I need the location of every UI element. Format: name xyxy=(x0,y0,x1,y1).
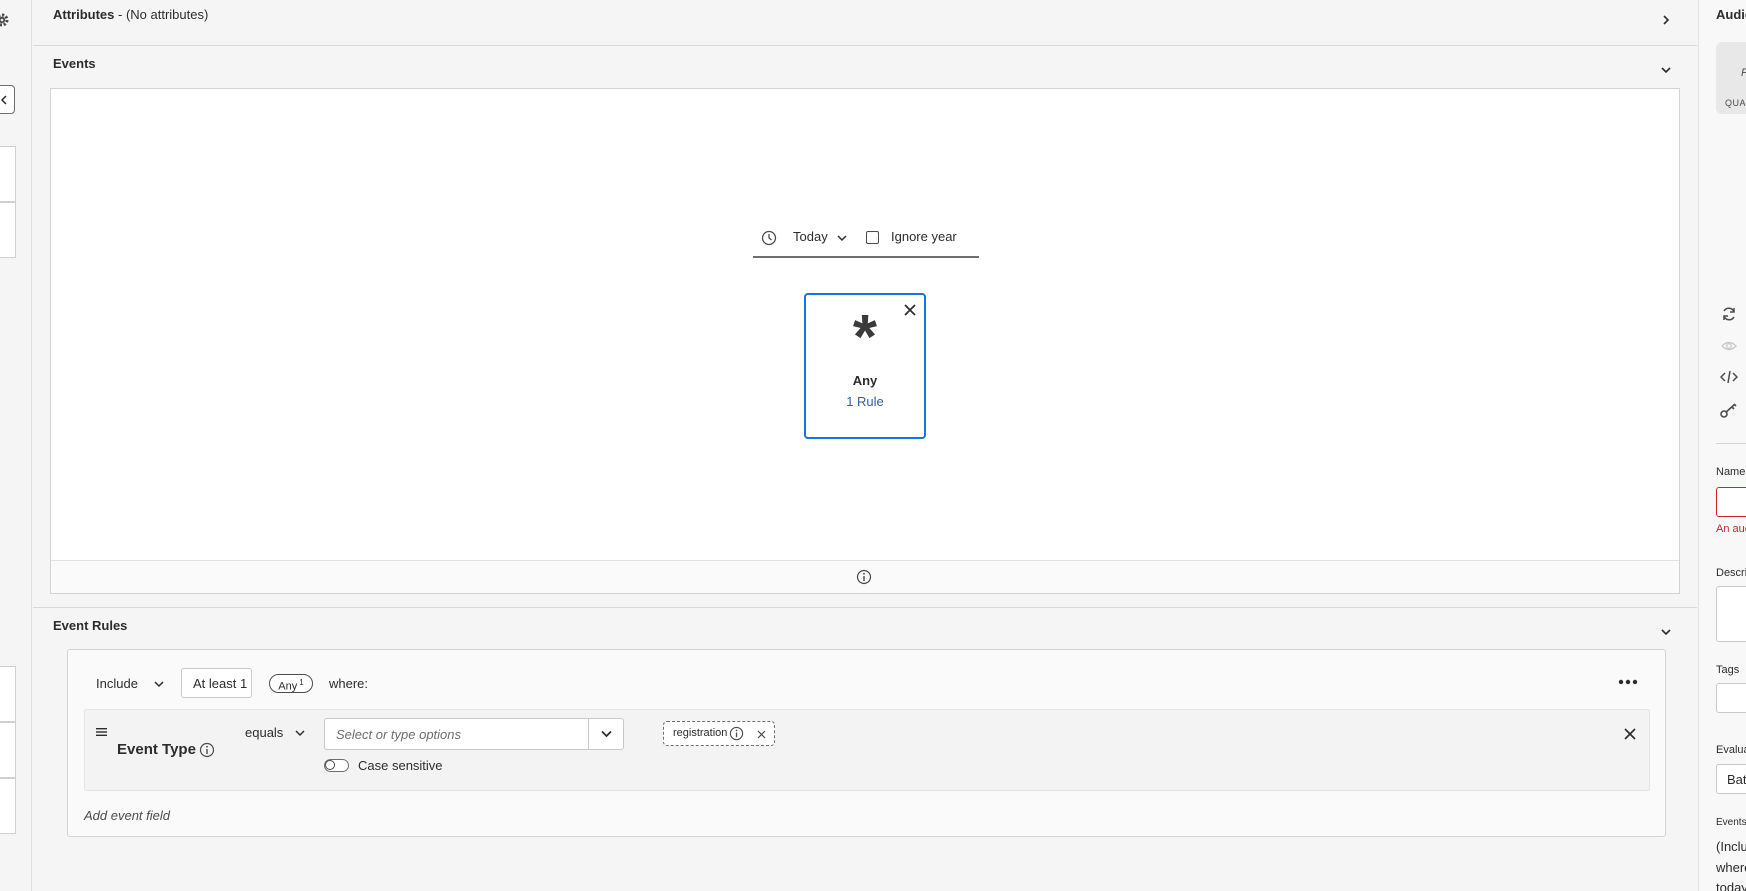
count-button[interactable]: At least 1 xyxy=(181,668,252,698)
more-options-icon[interactable] xyxy=(1618,678,1638,686)
where-label: where: xyxy=(329,676,369,691)
event-card-any[interactable]: * Any 1 Rule xyxy=(804,293,926,439)
case-sensitive-toggle[interactable] xyxy=(324,759,349,772)
attributes-section[interactable]: Attributes - (No attributes) xyxy=(33,0,1697,46)
close-icon[interactable] xyxy=(1623,727,1637,741)
refresh-icon[interactable] xyxy=(1721,306,1737,322)
chevron-down-icon xyxy=(837,235,847,242)
left-card xyxy=(0,146,16,202)
chevron-right-icon[interactable] xyxy=(1659,13,1673,27)
chevron-down-icon xyxy=(154,681,164,688)
ignore-year-checkbox[interactable] xyxy=(866,231,879,244)
attributes-heading: Attributes - (No attributes) xyxy=(53,7,208,22)
event-card-title: Any xyxy=(852,373,878,388)
attributes-title: Attributes xyxy=(53,7,115,22)
tags-label: Tags xyxy=(1716,664,1740,676)
panel-title: Audie xyxy=(1716,7,1746,22)
key-icon[interactable] xyxy=(1720,402,1738,418)
chevron-down-icon xyxy=(295,730,305,737)
evaluation-dropdown[interactable]: Bat xyxy=(1716,764,1746,794)
chevron-down-icon[interactable] xyxy=(1659,63,1673,77)
info-icon[interactable] xyxy=(856,569,872,585)
gear-icon[interactable] xyxy=(0,12,10,28)
main-content: Attributes - (No attributes) Events Toda… xyxy=(33,0,1697,891)
operator-value: equals xyxy=(245,725,284,740)
description-label: Descri xyxy=(1716,567,1746,579)
audience-properties-panel: Audie F QUA Name An auc Descri Tags Eval… xyxy=(1698,0,1746,891)
description-input[interactable] xyxy=(1716,586,1746,642)
event-card-rule-count[interactable]: 1 Rule xyxy=(806,394,924,409)
left-card xyxy=(0,722,16,778)
case-sensitive-label: Case sensitive xyxy=(358,758,443,773)
event-rule-row: Event Type equals registration xyxy=(84,709,1650,791)
value-tag: registration xyxy=(663,721,775,746)
events-summary-line-1: (Inclu xyxy=(1716,839,1746,854)
events-title: Events xyxy=(53,56,96,71)
add-event-field-link[interactable]: Add event field xyxy=(84,808,170,823)
audience-card-letter: F xyxy=(1741,67,1746,79)
info-icon[interactable] xyxy=(199,742,215,758)
left-card xyxy=(0,666,16,722)
drag-handle-icon[interactable] xyxy=(96,727,108,737)
operator-dropdown[interactable]: equals xyxy=(245,725,313,745)
event-rules-container: Include At least 1 Any 1 where: Event Typ… xyxy=(67,649,1666,837)
events-summary-line-2: where xyxy=(1716,860,1746,875)
any-badge-superscript: 1 xyxy=(299,678,304,687)
canvas-footer xyxy=(51,560,1679,593)
panel-divider xyxy=(1716,443,1746,444)
value-dropdown-button[interactable] xyxy=(588,719,623,749)
eye-icon xyxy=(1721,341,1737,351)
events-canvas[interactable]: Today Ignore year * Any 1 Rule xyxy=(50,88,1680,594)
code-icon[interactable] xyxy=(1720,370,1738,384)
include-dropdown[interactable]: Include xyxy=(96,674,172,696)
value-input[interactable] xyxy=(325,719,585,749)
chevron-down-icon xyxy=(601,730,612,738)
left-card xyxy=(0,202,16,258)
audience-card-caption: QUA xyxy=(1725,98,1746,108)
chevron-left-icon xyxy=(0,95,7,105)
tags-input[interactable] xyxy=(1716,683,1746,713)
events-summary-line-3: today xyxy=(1716,880,1746,891)
remove-tag-icon[interactable] xyxy=(757,730,766,739)
events-label: Events xyxy=(1716,817,1746,828)
left-rail xyxy=(0,0,32,891)
chevron-down-icon[interactable] xyxy=(1659,625,1673,639)
value-combobox[interactable] xyxy=(324,718,624,750)
left-card xyxy=(0,778,16,834)
time-filter: Today Ignore year xyxy=(753,220,979,258)
ignore-year-label: Ignore year xyxy=(891,229,957,244)
toggle-knob xyxy=(325,760,335,770)
rule-field-label: Event Type xyxy=(117,741,196,758)
any-badge[interactable]: Any 1 xyxy=(269,674,313,693)
time-range-value: Today xyxy=(793,229,828,244)
include-label: Include xyxy=(96,676,138,691)
asterisk-icon: * xyxy=(852,303,878,372)
clock-icon xyxy=(761,230,777,246)
name-input[interactable] xyxy=(1716,487,1746,517)
collapse-button[interactable] xyxy=(0,85,15,114)
evaluation-value: Bat xyxy=(1727,772,1746,787)
event-rules-title: Event Rules xyxy=(53,618,128,633)
info-icon[interactable] xyxy=(729,726,744,741)
evaluation-label: Evalua xyxy=(1716,744,1746,756)
any-badge-label: Any xyxy=(278,680,298,693)
attributes-subtitle: - (No attributes) xyxy=(118,7,209,22)
count-label: At least 1 xyxy=(193,676,248,691)
name-label: Name xyxy=(1716,466,1746,478)
time-range-dropdown[interactable]: Today xyxy=(793,220,855,256)
name-error-text: An auc xyxy=(1716,523,1746,535)
value-tag-label: registration xyxy=(673,727,728,739)
audience-card: F QUA xyxy=(1716,42,1746,114)
